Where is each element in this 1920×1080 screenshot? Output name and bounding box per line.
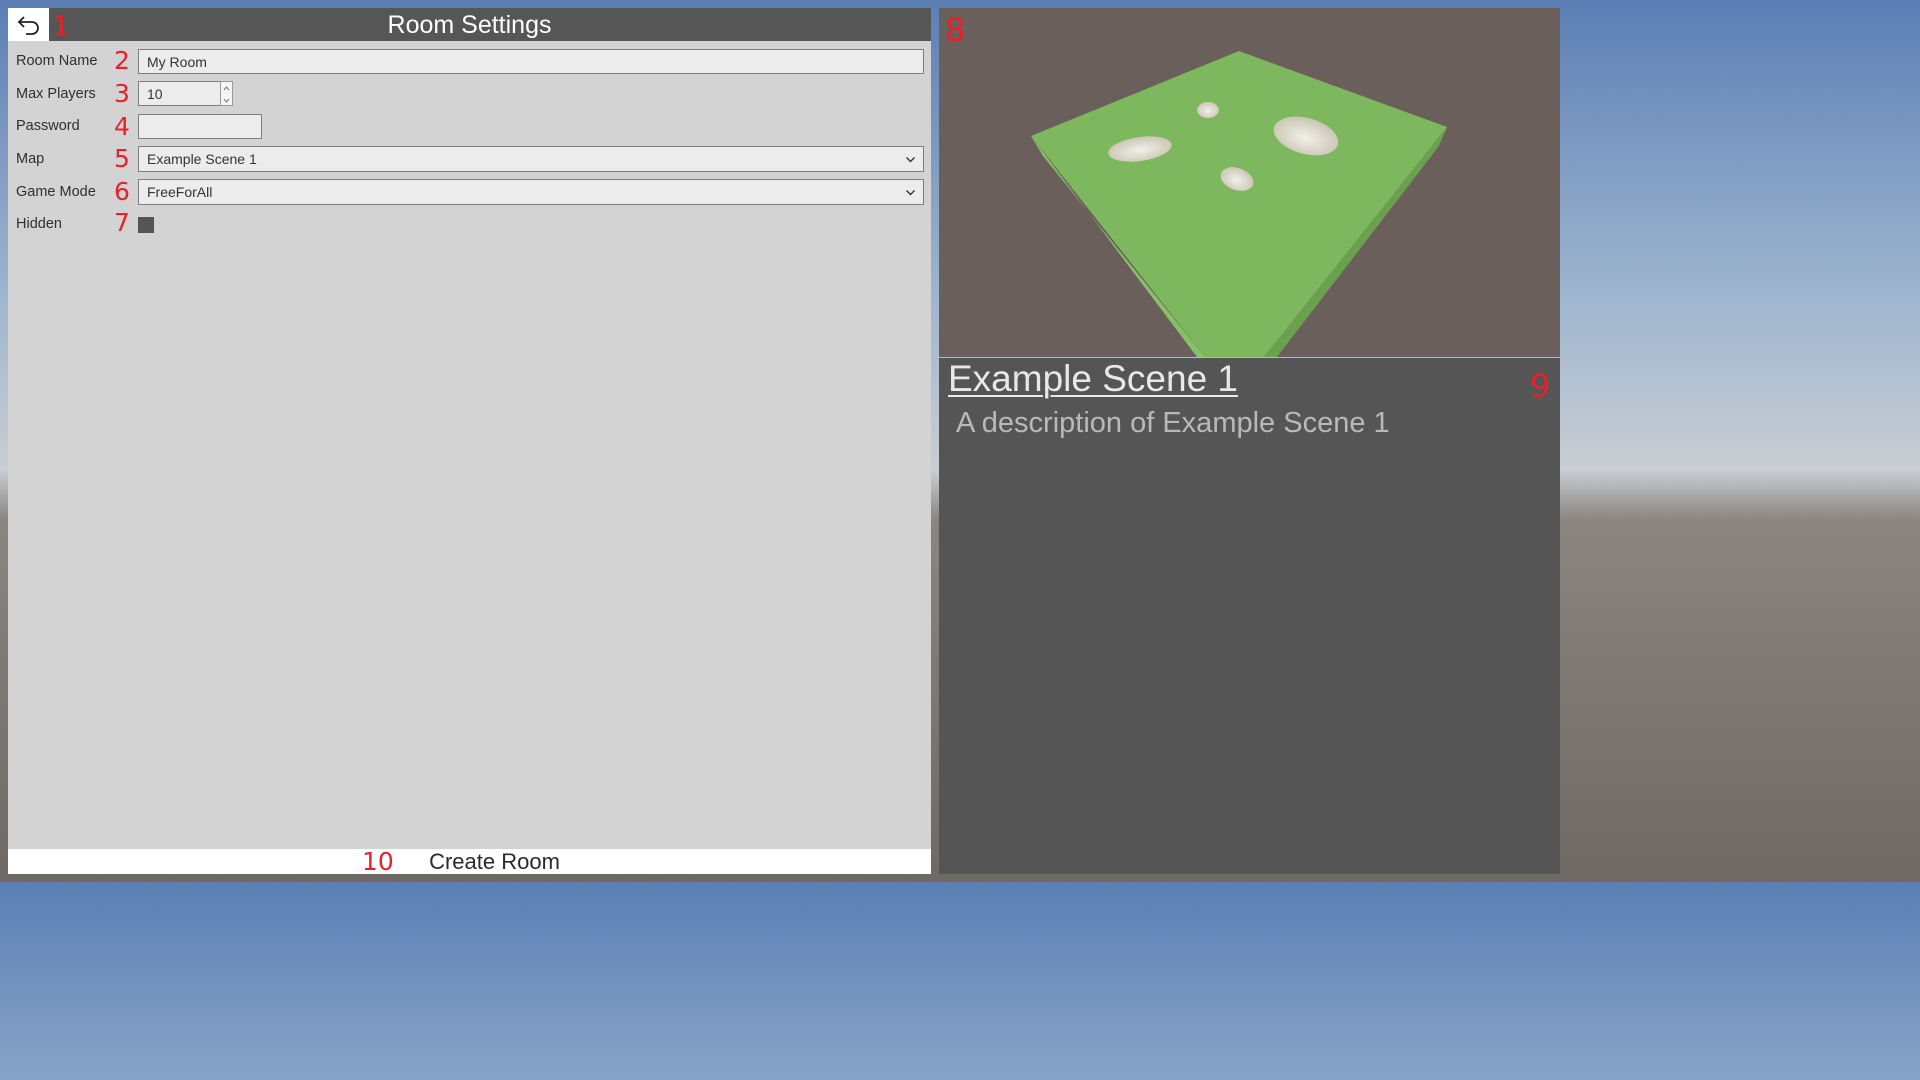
- hidden-label: Hidden: [16, 216, 62, 232]
- map-dropdown[interactable]: Example Scene 1: [138, 146, 924, 172]
- room-name-value: My Room: [147, 53, 207, 70]
- chevron-down-icon: [906, 156, 915, 162]
- room-name-input[interactable]: My Room: [138, 49, 924, 74]
- back-button[interactable]: [8, 8, 49, 41]
- max-players-value: 10: [147, 85, 163, 102]
- map-label: Map: [16, 151, 45, 167]
- password-input[interactable]: [138, 114, 262, 139]
- annotation-9: 9: [1530, 367, 1551, 405]
- map-title: Example Scene 1: [948, 358, 1239, 399]
- terrain-bump: [1197, 102, 1219, 118]
- create-room-button[interactable]: 10 Create Room: [8, 849, 931, 874]
- annotation-10: 10: [362, 847, 394, 876]
- chevron-down-icon: [906, 189, 915, 195]
- password-label: Password: [16, 118, 80, 134]
- max-players-stepper: [220, 81, 233, 106]
- hidden-checkbox[interactable]: [138, 217, 154, 233]
- map-selected-value: Example Scene 1: [147, 151, 257, 167]
- room-name-label: Room Name: [16, 53, 98, 69]
- map-preview-image: 8: [939, 8, 1560, 357]
- create-room-label: Create Room: [429, 848, 560, 874]
- annotation-5: 5: [114, 144, 130, 173]
- map-description: A description of Example Scene 1: [956, 407, 1390, 439]
- annotation-7: 7: [114, 208, 130, 237]
- chevron-down-icon: [223, 98, 230, 103]
- annotation-6: 6: [114, 177, 130, 206]
- chevron-up-icon: [223, 85, 230, 90]
- annotation-2: 2: [114, 46, 130, 75]
- annotation-4: 4: [114, 112, 130, 141]
- annotation-1: 1: [52, 9, 70, 42]
- game-mode-dropdown[interactable]: FreeForAll: [138, 179, 924, 205]
- max-players-input[interactable]: 10: [138, 81, 222, 106]
- undo-arrow-icon: [17, 15, 39, 35]
- title-bar: [8, 8, 931, 41]
- room-settings-panel: Room Settings 1 Room Name 2 My Room Max …: [8, 8, 931, 874]
- game-mode-label: Game Mode: [16, 184, 96, 200]
- annotation-3: 3: [114, 79, 130, 108]
- terrain-preview: [1031, 51, 1447, 357]
- stepper-up-button[interactable]: [221, 82, 232, 94]
- max-players-label: Max Players: [16, 86, 96, 102]
- game-mode-selected-value: FreeForAll: [147, 184, 213, 200]
- annotation-8: 8: [945, 11, 966, 49]
- stepper-down-button[interactable]: [221, 94, 232, 106]
- map-info-panel: Example Scene 1 A description of Example…: [939, 358, 1560, 874]
